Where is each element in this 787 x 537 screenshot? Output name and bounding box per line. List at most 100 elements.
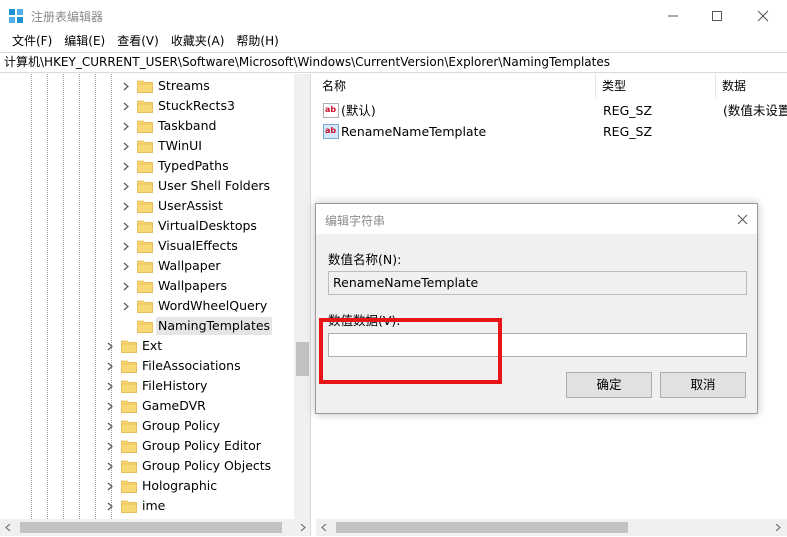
list-item[interactable]: ab (默认) REG_SZ (数值未设置) [316,100,787,121]
window-title: 注册表编辑器 [31,10,104,24]
tree-item[interactable]: NamingTemplates [121,316,273,336]
tree-item[interactable]: Holographic [105,476,219,496]
string-value-icon: ab [323,103,339,118]
tree-item[interactable]: FileHistory [105,376,209,396]
expand-chevron-icon[interactable] [105,396,115,416]
expand-chevron-icon[interactable] [105,496,115,516]
expand-chevron-icon[interactable] [105,336,115,356]
tree-item[interactable]: FileAssociations [105,356,243,376]
svg-text:ab: ab [325,105,336,114]
menu-help[interactable]: 帮助(H) [230,31,284,51]
tree-item[interactable]: TypedPaths [121,156,231,176]
tree-item[interactable]: UserAssist [121,196,225,216]
tree-horizontal-scrollbar[interactable] [0,519,310,536]
value-type: REG_SZ [603,103,653,118]
expand-chevron-icon[interactable] [105,416,115,436]
value-name-field[interactable]: RenameNameTemplate [328,271,747,295]
folder-icon [121,339,137,353]
maximize-button[interactable] [694,0,740,31]
tree-item[interactable]: Ext [105,336,164,356]
menu-bar: 文件(F) 编辑(E) 查看(V) 收藏夹(A) 帮助(H) [0,31,787,51]
expand-chevron-icon[interactable] [121,176,131,196]
dialog-close-button[interactable] [733,210,751,228]
menu-favorites[interactable]: 收藏夹(A) [165,31,231,51]
column-header-name[interactable]: 名称 [316,74,596,98]
expand-chevron-icon[interactable] [121,216,131,236]
menu-file[interactable]: 文件(F) [6,31,58,51]
tree-item[interactable]: GameDVR [105,396,208,416]
folder-icon [137,119,153,133]
scroll-right-arrow-icon[interactable] [775,524,781,531]
menu-view[interactable]: 查看(V) [111,31,165,51]
tree-item[interactable]: Streams [121,76,212,96]
tree-item[interactable]: TWinUI [121,136,204,156]
folder-icon [121,479,137,493]
tree-item[interactable]: VisualEffects [121,236,240,256]
tree-vertical-scroll-thumb[interactable] [296,342,309,376]
registry-tree: Streams StuckRects3 Taskband TWinUI TypedPat… [0,74,311,536]
tree-item[interactable]: Taskband [121,116,218,136]
tree-item-label: ime [142,498,166,513]
folder-icon [121,399,137,413]
expand-chevron-icon[interactable] [105,456,115,476]
folder-icon [137,259,153,273]
tree-item-label: Group Policy Objects [142,458,272,473]
value-type: REG_SZ [603,124,653,139]
tree-item[interactable]: Group Policy Editor [105,436,263,456]
list-item[interactable]: ab RenameNameTemplate REG_SZ [316,121,787,142]
tree-item[interactable]: VirtualDesktops [121,216,259,236]
cancel-button[interactable]: 取消 [660,372,746,398]
minimize-button[interactable] [650,0,696,31]
tree-item-label: FileHistory [142,378,208,393]
expand-chevron-icon[interactable] [121,136,131,156]
expand-chevron-icon[interactable] [121,76,131,96]
tree-vertical-scrollbar[interactable] [294,74,310,519]
column-header-type[interactable]: 类型 [596,74,716,98]
expand-chevron-icon[interactable] [105,356,115,376]
tree-item[interactable]: Group Policy Objects [105,456,273,476]
list-horizontal-scroll-thumb[interactable] [336,522,628,533]
ok-button[interactable]: 确定 [566,372,652,398]
close-button[interactable] [740,0,786,31]
dialog-title: 编辑字符串 [325,214,386,228]
tree-item[interactable]: User Shell Folders [121,176,272,196]
tree-item[interactable]: Wallpapers [121,276,229,296]
tree-item[interactable]: ime [105,496,167,516]
minimize-icon [668,15,678,16]
scroll-left-arrow-icon[interactable] [321,524,327,531]
expand-chevron-icon[interactable] [105,436,115,456]
scroll-left-arrow-icon[interactable] [5,524,11,531]
expand-chevron-icon[interactable] [121,196,131,216]
tree-item-label: StuckRects3 [158,98,235,113]
folder-icon [121,359,137,373]
list-horizontal-scrollbar[interactable] [316,519,787,536]
title-bar: 注册表编辑器 [0,0,787,31]
expand-chevron-icon[interactable] [105,476,115,496]
tree-item[interactable]: Wallpaper [121,256,223,276]
expand-chevron-icon[interactable] [121,156,131,176]
tree-item[interactable]: Group Policy [105,416,222,436]
expand-chevron-icon[interactable] [121,296,131,316]
value-name: (默认) [341,103,376,118]
folder-icon [137,179,153,193]
expand-chevron-icon[interactable] [121,236,131,256]
tree-item[interactable]: WordWheelQuery [121,296,269,316]
tree-horizontal-scroll-thumb[interactable] [20,522,282,533]
tree-item[interactable]: StuckRects3 [121,96,237,116]
expand-chevron-icon[interactable] [121,316,131,336]
expand-chevron-icon[interactable] [121,116,131,136]
address-bar[interactable]: 计算机\HKEY_CURRENT_USER\Software\Microsoft… [0,52,787,73]
expand-chevron-icon[interactable] [105,376,115,396]
scroll-right-arrow-icon[interactable] [300,524,306,531]
expand-chevron-icon[interactable] [121,256,131,276]
expand-chevron-icon[interactable] [121,276,131,296]
menu-edit[interactable]: 编辑(E) [58,31,111,51]
tree-item-label: Ext [142,338,163,353]
tree-item-label: User Shell Folders [158,178,271,193]
dialog-title-bar: 编辑字符串 [316,204,757,234]
folder-icon [121,379,137,393]
column-header-data[interactable]: 数据 [716,74,787,98]
tree-item-label: Taskband [158,118,217,133]
tree-guide-line [79,74,80,519]
expand-chevron-icon[interactable] [121,96,131,116]
